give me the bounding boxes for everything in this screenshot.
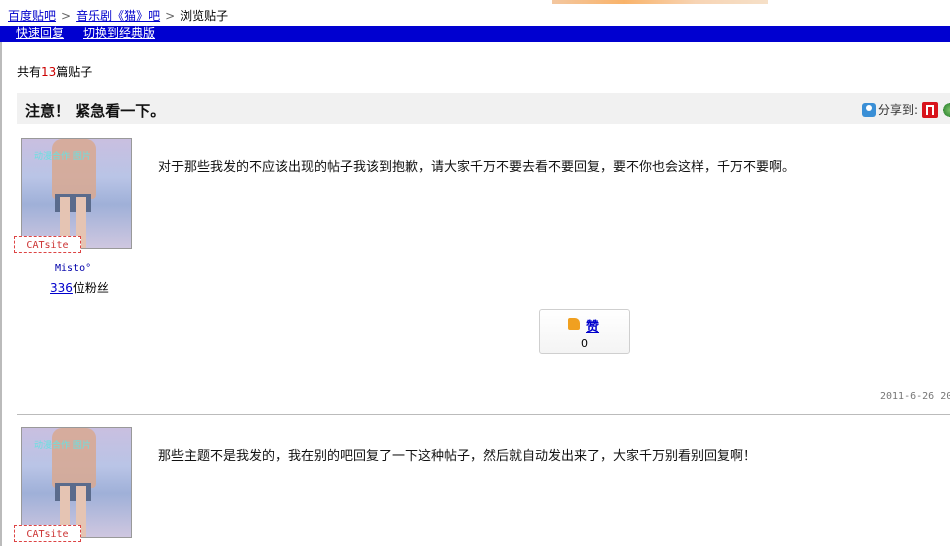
post-divider bbox=[17, 414, 950, 415]
post-date: 2011-6-26 20 bbox=[880, 391, 950, 402]
renren-share-icon[interactable] bbox=[922, 102, 939, 118]
thread-title-bar: 注意！ 紧急看一下。 分享到: bbox=[17, 93, 950, 124]
fans-suffix: 位粉丝 bbox=[72, 281, 109, 295]
avatar-badge: CATsite bbox=[14, 236, 81, 253]
post-count-number: 13 bbox=[41, 65, 57, 79]
post-count: 共有13篇贴子 bbox=[17, 63, 92, 80]
breadcrumb: 百度贴吧 > 音乐剧《猫》吧 > 浏览贴子 bbox=[8, 7, 228, 24]
breadcrumb-home-link[interactable]: 百度贴吧 bbox=[8, 9, 56, 23]
breadcrumb-current: 浏览贴子 bbox=[180, 9, 229, 23]
post-count-suffix: 篇贴子 bbox=[56, 65, 93, 79]
avatar-figure bbox=[52, 139, 96, 199]
avatar[interactable]: 动漫合作 图片 bbox=[21, 427, 132, 538]
breadcrumb-separator: > bbox=[61, 9, 72, 23]
post-content: 那些主题不是我发的，我在别的吧回复了一下这种帖子，然后就自动发出来了，大家千万别… bbox=[158, 449, 757, 464]
share-icon bbox=[862, 103, 876, 117]
avatar-caption: 动漫合作 图片 bbox=[34, 152, 91, 162]
fans-count: 336位粉丝 bbox=[50, 279, 109, 296]
avatar-badge: CATsite bbox=[14, 525, 81, 542]
avatar-figure bbox=[52, 428, 96, 488]
post-count-prefix: 共有 bbox=[17, 65, 42, 79]
more-share-icon[interactable] bbox=[942, 102, 950, 118]
thread-title: 注意！ 紧急看一下。 bbox=[25, 102, 166, 120]
username-link[interactable]: Misto° bbox=[55, 263, 91, 274]
breadcrumb-separator: > bbox=[165, 9, 176, 23]
fans-count-link[interactable]: 336 bbox=[50, 281, 73, 295]
quick-reply-link[interactable]: 快速回复 bbox=[16, 26, 64, 41]
nav-bar: 快速回复 切换到经典版 bbox=[0, 26, 950, 42]
top-banner-image bbox=[552, 0, 768, 4]
avatar-caption: 动漫合作 图片 bbox=[34, 441, 91, 451]
post-content: 对于那些我发的不应该出现的帖子我该到抱歉，请大家千万不要去看不要回复，要不你也会… bbox=[158, 160, 796, 175]
avatar[interactable]: 动漫合作 图片 bbox=[21, 138, 132, 249]
left-border bbox=[0, 42, 2, 546]
like-count: 0 bbox=[581, 337, 588, 350]
like-button[interactable]: 赞 0 bbox=[539, 309, 630, 354]
share-label: 分享到: bbox=[878, 103, 919, 117]
switch-classic-link[interactable]: 切换到经典版 bbox=[83, 26, 155, 41]
thumbs-up-icon bbox=[568, 318, 580, 330]
breadcrumb-forum-link[interactable]: 音乐剧《猫》吧 bbox=[76, 9, 160, 23]
like-label[interactable]: 赞 bbox=[586, 316, 599, 335]
share-bar: 分享到: bbox=[862, 101, 950, 118]
top-bar: 百度贴吧 > 音乐剧《猫》吧 > 浏览贴子 bbox=[0, 0, 950, 26]
